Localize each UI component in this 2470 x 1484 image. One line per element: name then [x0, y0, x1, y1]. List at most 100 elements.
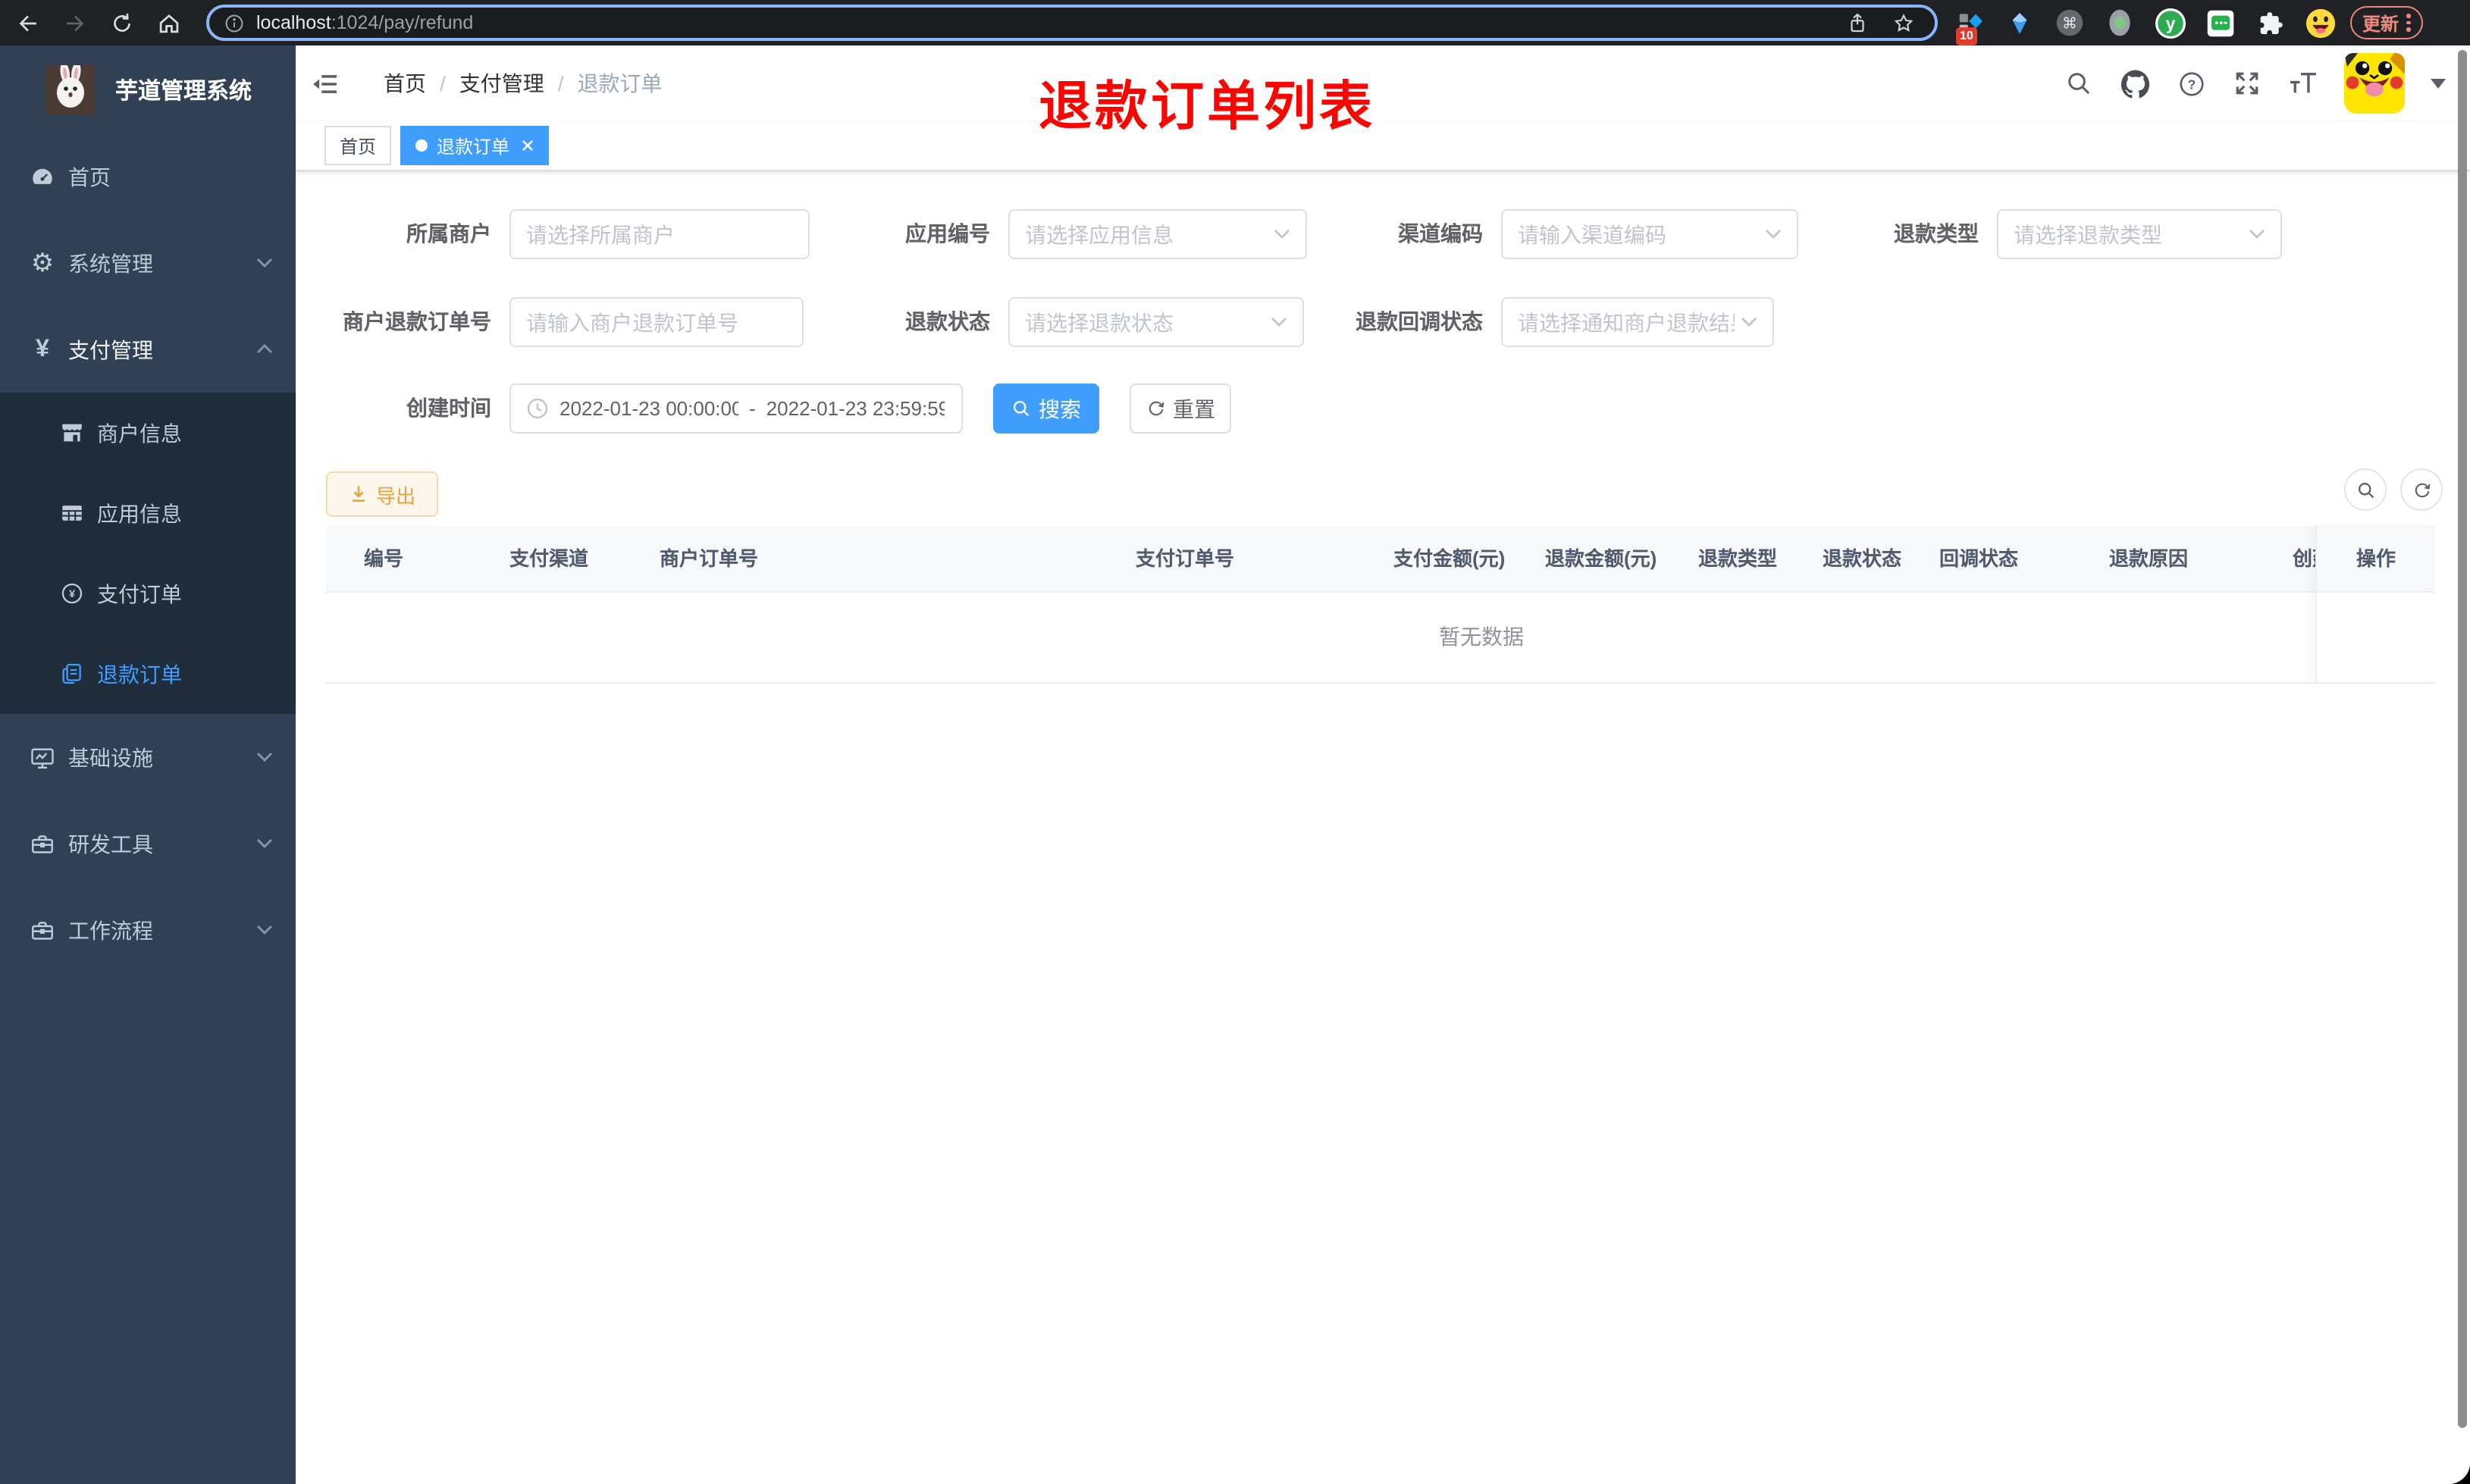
- fullscreen-icon: [2236, 72, 2258, 95]
- breadcrumb: 首页 / 支付管理 / 退款订单: [384, 68, 663, 99]
- extension-crystal[interactable]: [2003, 6, 2036, 39]
- app-label: 应用编号: [905, 221, 990, 246]
- back-button[interactable]: [8, 3, 47, 42]
- show-search-toggle-button[interactable]: [2344, 468, 2387, 511]
- home-button[interactable]: [149, 3, 188, 42]
- header-search-button[interactable]: [2064, 68, 2094, 99]
- tab-home[interactable]: 首页: [324, 126, 392, 165]
- tab-label: 退款订单: [437, 136, 510, 157]
- sidebar-item-label: 退款订单: [97, 662, 182, 686]
- sidebar-item-workflow[interactable]: 工作流程: [0, 887, 296, 973]
- col-refund-status: 退款状态: [1823, 547, 1902, 570]
- address-bar[interactable]: localhost:1024/pay/refund: [206, 5, 1938, 41]
- sidebar-item-pay[interactable]: ¥ 支付管理: [0, 306, 296, 393]
- sidebar-item-label: 商户信息: [97, 421, 182, 445]
- header-actions: ?: [2064, 53, 2446, 114]
- sidebar-item-dev-tools[interactable]: 研发工具: [0, 800, 296, 887]
- sidebar-item-system[interactable]: ⚙ 系统管理: [0, 220, 296, 306]
- extensions-row: 10 ⌘ y: [1953, 6, 2337, 45]
- table-body: 暂无数据: [326, 593, 2315, 684]
- extension-tab-manager[interactable]: 10: [1953, 6, 1986, 45]
- col-pay-channel: 支付渠道: [509, 547, 589, 570]
- extensions-puzzle-button[interactable]: [2253, 6, 2287, 39]
- channel-select[interactable]: 请输入渠道编码: [1501, 209, 1798, 259]
- active-dot-icon: [415, 139, 428, 152]
- col-pay-order: 支付订单号: [1136, 547, 1235, 570]
- site-info-icon[interactable]: [224, 13, 244, 33]
- annotation-title: 退款订单列表: [1039, 77, 1376, 136]
- sidebar-item-pay-order[interactable]: ¥ 支付订单: [0, 553, 296, 634]
- app-select[interactable]: 请选择应用信息: [1008, 209, 1307, 259]
- breadcrumb-refund-order: 退款订单: [577, 71, 663, 95]
- extension-recorder[interactable]: [2103, 6, 2136, 39]
- merchant-refund-no-input[interactable]: [509, 297, 804, 347]
- breadcrumb-pay[interactable]: 支付管理: [459, 68, 544, 99]
- sidebar-item-infra[interactable]: 基础设施: [0, 714, 296, 800]
- sidebar-item-label: 首页: [68, 164, 111, 189]
- refresh-table-button[interactable]: [2400, 468, 2443, 511]
- refund-table: 编号 支付渠道 商户订单号 支付订单号 支付金额(元) 退款金额(元) 退款类型…: [326, 526, 2435, 684]
- font-size-button[interactable]: [2288, 68, 2318, 99]
- app-title: 芋道管理系统: [115, 78, 252, 104]
- sidebar-item-home[interactable]: 首页: [0, 133, 296, 220]
- sidebar-item-refund-order[interactable]: 退款订单: [0, 634, 296, 714]
- reload-button[interactable]: [102, 3, 141, 42]
- forward-button[interactable]: [55, 3, 94, 42]
- notify-status-label: 退款回调状态: [1356, 309, 1483, 333]
- url-text[interactable]: localhost:1024/pay/refund: [256, 12, 473, 33]
- github-link[interactable]: [2120, 68, 2150, 99]
- channel-label: 渠道编码: [1398, 221, 1483, 246]
- tab-refund-order[interactable]: 退款订单: [400, 126, 550, 165]
- back-icon: [18, 14, 36, 31]
- extension-y-green[interactable]: y: [2153, 6, 2186, 39]
- update-label: 更新: [2362, 13, 2399, 34]
- chevron-down-icon: [256, 925, 273, 935]
- tab-close-button[interactable]: [522, 139, 534, 152]
- bookmark-button[interactable]: [1886, 6, 1920, 39]
- reset-button[interactable]: 重置: [1130, 384, 1231, 434]
- sidebar-item-label: 支付订单: [97, 581, 182, 606]
- refund-type-label: 退款类型: [1894, 221, 1979, 246]
- reload-icon: [113, 12, 130, 31]
- sidebar-item-merchant-info[interactable]: 商户信息: [0, 393, 296, 473]
- font-size-icon: [2290, 73, 2316, 93]
- merchant-input[interactable]: [509, 209, 810, 259]
- window-scrollbar[interactable]: [2458, 50, 2467, 1428]
- help-button[interactable]: ?: [2176, 68, 2206, 99]
- col-id: 编号: [364, 547, 404, 570]
- share-button[interactable]: [1841, 6, 1874, 39]
- search-button[interactable]: 搜索: [993, 384, 1099, 434]
- close-icon: [522, 140, 533, 151]
- sidebar-item-label: 研发工具: [68, 831, 153, 856]
- user-avatar[interactable]: [2344, 53, 2405, 114]
- rabbit-logo-icon: [45, 64, 96, 114]
- extension-command[interactable]: ⌘: [2053, 6, 2086, 39]
- extension-emoji[interactable]: [2303, 6, 2337, 39]
- browser-update-menu[interactable]: 更新: [2350, 6, 2423, 39]
- avatar-caret-button[interactable]: [2431, 78, 2446, 89]
- sidebar-item-app-info[interactable]: 应用信息: [0, 473, 296, 553]
- refund-type-select[interactable]: 请选择退款类型: [1997, 209, 2282, 259]
- forward-icon: [66, 14, 83, 31]
- breadcrumb-home[interactable]: 首页: [384, 68, 426, 99]
- chevron-down-icon: [256, 752, 273, 762]
- command-icon: ⌘: [2056, 9, 2083, 36]
- refresh-icon: [1148, 401, 1164, 416]
- extension-chat[interactable]: [2203, 6, 2236, 39]
- svg-text:¥: ¥: [68, 588, 74, 600]
- sidebar-item-label: 系统管理: [68, 251, 153, 275]
- browser-toolbar: localhost:1024/pay/refund 10 ⌘ y 更新: [0, 0, 2470, 45]
- search-icon: [2068, 73, 2090, 95]
- col-notify-status: 回调状态: [1939, 547, 2019, 570]
- notify-status-select[interactable]: 请选择通知商户退款结果的: [1501, 297, 1774, 347]
- chevron-down-icon: [1271, 317, 1287, 327]
- refund-status-select[interactable]: 请选择退款状态: [1008, 297, 1304, 347]
- sidebar-fold-button[interactable]: [311, 69, 340, 98]
- create-time-range-picker[interactable]: 2022-01-23 00:00:00 - 2022-01-23 23:59:5…: [509, 384, 963, 434]
- pikachu-avatar-icon: [2344, 53, 2405, 114]
- fold-icon: [313, 74, 337, 92]
- col-refund-type: 退款类型: [1698, 547, 1778, 570]
- export-button[interactable]: 导出: [326, 471, 438, 517]
- fullscreen-button[interactable]: [2232, 68, 2262, 99]
- sidebar-item-label: 支付管理: [68, 337, 153, 362]
